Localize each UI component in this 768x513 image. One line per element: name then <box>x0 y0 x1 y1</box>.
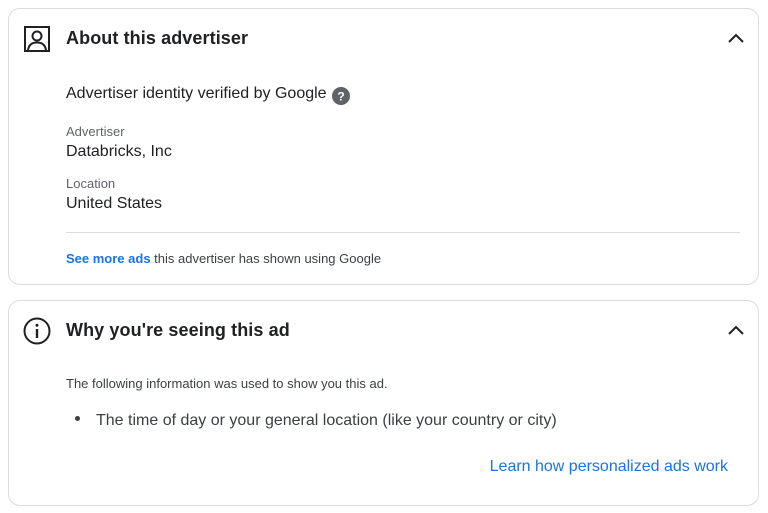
divider <box>66 232 740 233</box>
chevron-up-icon[interactable] <box>726 29 746 49</box>
why-seeing-ad-title: Why you're seeing this ad <box>66 320 290 340</box>
reason-text: The time of day or your general location… <box>96 412 557 429</box>
see-more-suffix: this advertiser has shown using Google <box>150 251 382 266</box>
info-intro: The following information was used to sh… <box>66 376 388 391</box>
location-label: Location <box>66 176 116 191</box>
learn-personalized-ads-link[interactable]: Learn how personalized ads work <box>490 458 728 476</box>
about-advertiser-card: About this advertiser Advertiser identit… <box>8 8 759 285</box>
about-advertiser-title: About this advertiser <box>66 28 249 48</box>
advertiser-name: Databricks, Inc <box>66 143 172 160</box>
see-more-line: See more ads this advertiser has shown u… <box>66 251 381 266</box>
svg-text:?: ? <box>337 90 344 104</box>
bullet-icon <box>75 416 80 422</box>
advertiser-label: Advertiser <box>66 124 125 139</box>
see-more-ads-link[interactable]: See more ads <box>66 251 151 266</box>
help-circle-icon[interactable]: ? <box>332 87 350 105</box>
why-seeing-ad-card: Why you're seeing this ad The following … <box>8 300 759 506</box>
person-icon <box>24 26 50 52</box>
info-icon <box>23 317 51 345</box>
location-value: United States <box>66 195 163 212</box>
verified-text: Advertiser identity verified by Google <box>66 85 327 102</box>
chevron-up-icon[interactable] <box>726 321 746 341</box>
list-item: The time of day or your general location… <box>75 412 557 430</box>
